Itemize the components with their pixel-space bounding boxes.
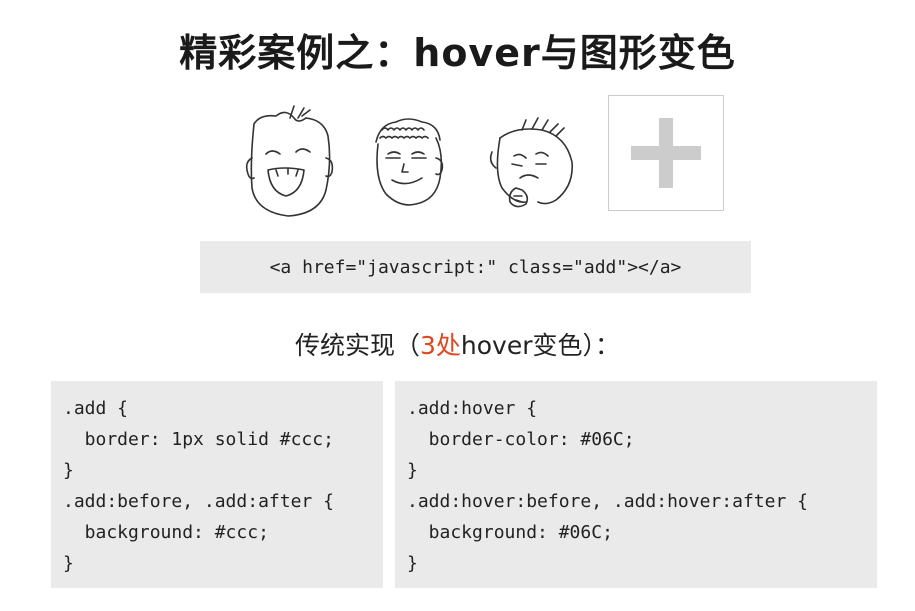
css-code-block-default: .add { border: 1px solid #ccc; } .add:be… [51,381,383,588]
smiling-face-icon [375,118,444,206]
code-line: background: #06C; [407,522,613,543]
code-line: border-color: #06C; [407,429,635,450]
code-line: .add:hover:before, .add:hover:after { [407,491,808,512]
code-line: } [407,460,418,481]
code-line: } [407,553,418,574]
code-line: .add { [63,398,129,419]
sad-face-icon [489,117,573,208]
code-line: } [63,460,74,481]
code-line: .add:before, .add:after { [63,491,334,512]
code-line: border: 1px solid #ccc; [63,429,334,450]
code-line: } [63,553,74,574]
subtitle: 传统实现（3处hover变色）： [0,326,915,362]
plus-icon-vertical [659,118,673,188]
code-line: .add:hover { [407,398,538,419]
subtitle-before: 传统实现（ [294,331,420,360]
html-markup-example: <a href="javascript:" class="add"></a> [200,241,751,293]
subtitle-after: hover变色）： [460,331,621,360]
slide-title: 精彩案例之：hover与图形变色 [179,31,736,75]
subtitle-highlight: 3处 [420,331,461,360]
css-code-block-hover: .add:hover { border-color: #06C; } .add:… [395,381,877,588]
add-button-demo[interactable] [608,95,724,211]
laughing-face-icon [245,105,334,217]
code-line: background: #ccc; [63,522,269,543]
